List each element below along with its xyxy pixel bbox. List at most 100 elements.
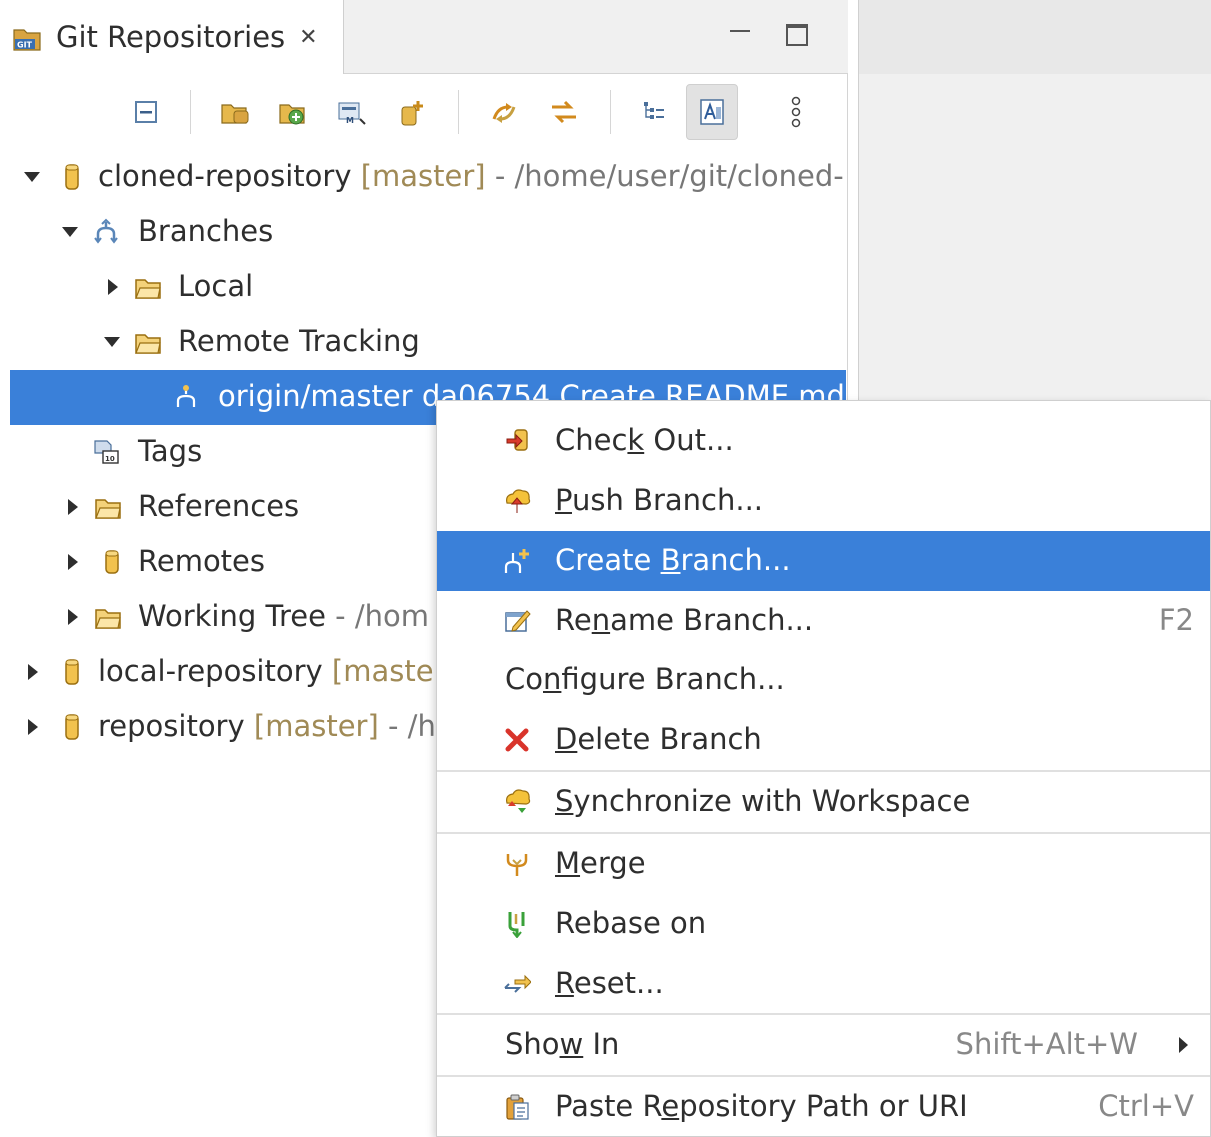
tree-item-cloned-repository[interactable]: cloned-repository [master] - /home/user/… — [10, 150, 846, 205]
push-icon — [506, 489, 531, 513]
repository-branch: [master] — [253, 709, 379, 743]
menu-label-pre: Paste R — [555, 1089, 662, 1123]
menu-item-push-branch[interactable]: Push Branch... — [437, 471, 1210, 531]
link-with-selection-button[interactable] — [478, 84, 530, 140]
menu-item-rebase-on[interactable]: Rebase on — [437, 894, 1210, 954]
branches-label: Branches — [138, 214, 274, 248]
menu-label-post: In — [583, 1027, 620, 1061]
expand-twisty-icon[interactable] — [68, 499, 78, 515]
menu-item-rename-branch[interactable]: Rename Branch... F2 — [437, 591, 1210, 651]
repository-icon — [65, 164, 79, 190]
clone-repository-icon — [279, 104, 305, 125]
show-editor-icon — [700, 99, 724, 125]
link-with-selection-icon — [492, 103, 516, 123]
context-menu: Check Out... Push Branch... Create Branc… — [436, 400, 1211, 1137]
menu-label-post: Out... — [644, 423, 734, 457]
expand-twisty-icon[interactable] — [108, 279, 118, 295]
repository-icon — [65, 714, 79, 740]
menu-label-post: erge — [580, 846, 646, 880]
remote-branch-icon — [176, 385, 196, 407]
menu-label-pre: Create — [555, 543, 661, 577]
repository-name: local-repository — [98, 654, 323, 688]
menu-label-pre: Co — [505, 662, 543, 696]
repository-path: - /h — [388, 709, 436, 743]
menu-item-paste-repository-path[interactable]: Paste Repository Path or URI Ctrl+V — [437, 1077, 1210, 1137]
menu-label-post: ranch... — [680, 543, 791, 577]
repository-icon — [65, 659, 79, 685]
folder-icon — [135, 279, 161, 299]
menu-item-check-out[interactable]: Check Out... — [437, 411, 1210, 471]
menu-mnemonic: n — [591, 603, 611, 637]
collapse-twisty-icon[interactable] — [62, 227, 78, 237]
menu-label-post: eset... — [573, 966, 664, 1000]
show-editor-button[interactable] — [686, 84, 738, 140]
menu-item-show-in[interactable]: Show In Shift+Alt+W — [437, 1015, 1210, 1075]
collapse-all-button[interactable] — [120, 84, 172, 140]
minimize-view-button[interactable] — [728, 20, 752, 44]
remote-tracking-label: Remote Tracking — [178, 324, 420, 358]
menu-label-pre: Chec — [555, 423, 628, 457]
menu-item-synchronize[interactable]: Synchronize with Workspace — [437, 772, 1210, 832]
menu-item-merge[interactable]: Merge — [437, 834, 1210, 894]
tags-icon: 10 — [94, 440, 119, 464]
refresh-icon — [552, 100, 576, 124]
view-tab-bar: GIT Git Repositories ✕ — [0, 0, 848, 74]
menu-label-post: figure Branch... — [561, 662, 785, 696]
menu-item-configure-branch[interactable]: Configure Branch... — [437, 650, 1210, 710]
synchronize-icon — [506, 789, 531, 814]
menu-item-reset[interactable]: Reset... — [437, 954, 1210, 1014]
menu-accelerator: F2 — [1158, 603, 1194, 637]
remotes-icon — [105, 550, 119, 574]
menu-mnemonic: P — [555, 483, 572, 517]
create-repository-icon: M — [338, 102, 366, 125]
svg-text:M: M — [346, 116, 354, 125]
clone-repository-button[interactable] — [268, 84, 320, 140]
folder-icon — [135, 334, 161, 354]
menu-mnemonic: B — [660, 543, 681, 577]
editor-tab-bar — [858, 0, 1211, 74]
view-menu-button[interactable] — [770, 84, 822, 140]
repository-branch: [maste — [331, 654, 434, 688]
references-label: References — [138, 489, 300, 523]
svg-text:10: 10 — [105, 455, 115, 463]
tree-item-branches[interactable]: Branches — [10, 205, 846, 260]
tree-item-remote-tracking[interactable]: Remote Tracking — [10, 315, 846, 370]
toolbar-separator — [610, 90, 611, 134]
tags-label: Tags — [138, 434, 203, 468]
add-existing-repository-button[interactable] — [210, 84, 262, 140]
menu-label-pre: Sho — [505, 1027, 560, 1061]
menu-mnemonic: R — [555, 966, 574, 1000]
expand-twisty-icon[interactable] — [28, 664, 38, 680]
create-repository-button[interactable]: M — [326, 84, 378, 140]
menu-accelerator: Ctrl+V — [1098, 1089, 1194, 1123]
add-existing-repository-icon — [221, 104, 249, 124]
collapse-twisty-icon[interactable] — [104, 337, 120, 347]
tree-item-local[interactable]: Local — [10, 260, 846, 315]
hierarchical-branch-layout-button[interactable] — [628, 84, 680, 140]
repository-name: repository — [98, 709, 245, 743]
menu-label-post: elete Branch — [577, 722, 762, 756]
refresh-button[interactable] — [538, 84, 590, 140]
git-repositories-icon: GIT — [12, 22, 42, 52]
rebase-icon — [508, 912, 525, 938]
collapse-twisty-icon[interactable] — [24, 172, 40, 182]
expand-twisty-icon[interactable] — [68, 609, 78, 625]
branches-icon — [94, 218, 118, 244]
menu-mnemonic: D — [555, 722, 578, 756]
menu-item-create-branch[interactable]: Create Branch... — [437, 531, 1210, 591]
view-toolbar: M — [0, 84, 848, 144]
close-view-icon[interactable]: ✕ — [299, 25, 317, 50]
delete-icon — [505, 728, 529, 752]
add-repository-icon — [401, 101, 423, 126]
git-repositories-tab[interactable]: GIT Git Repositories ✕ — [0, 0, 344, 74]
expand-twisty-icon[interactable] — [68, 554, 78, 570]
paste-icon — [506, 1094, 529, 1120]
view-menu-icon — [791, 96, 801, 128]
menu-item-delete-branch[interactable]: Delete Branch — [437, 710, 1210, 770]
collapse-all-icon — [135, 101, 157, 123]
maximize-view-button[interactable] — [784, 20, 808, 46]
add-repository-button[interactable] — [386, 84, 438, 140]
menu-mnemonic: S — [555, 784, 574, 818]
folder-icon — [95, 499, 121, 519]
expand-twisty-icon[interactable] — [28, 719, 38, 735]
